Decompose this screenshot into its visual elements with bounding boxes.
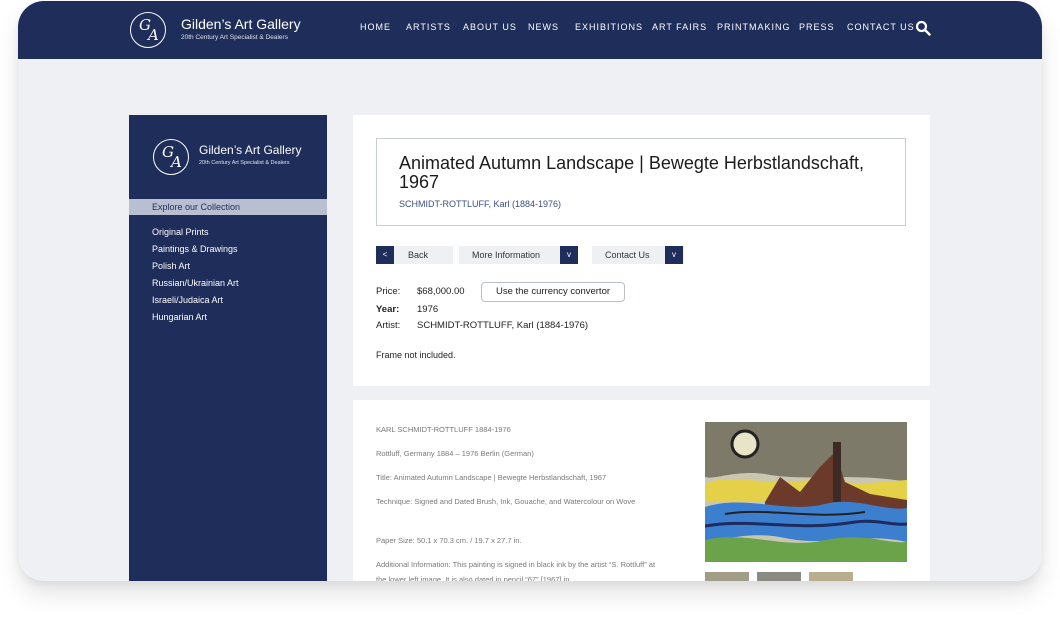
artwork-thumbnail[interactable] <box>809 572 853 581</box>
brand-name[interactable]: Gilden’s Art Gallery <box>181 16 301 32</box>
description-line: Additional Information: This painting is… <box>376 560 656 581</box>
nav-exhibitions[interactable]: EXHIBITIONS <box>575 22 643 32</box>
description-line: Technique: Signed and Dated Brush, Ink, … <box>376 497 636 506</box>
artwork-description-card: KARL SCHMIDT-ROTTLUFF 1884-1976 Rottluff… <box>353 400 930 581</box>
contact-us-label: Contact Us <box>605 250 650 260</box>
sidebar-brand-tagline: 20th Century Art Specialist & Dealers <box>199 160 290 166</box>
top-navigation: G A Gilden’s Art Gallery 20th Century Ar… <box>18 1 1042 59</box>
sidebar-item-paintings-drawings[interactable]: Paintings & Drawings <box>152 244 238 254</box>
description-line: Paper Size: 50.1 x 70.3 cm. / 19.7 x 27.… <box>376 536 522 545</box>
currency-convertor-button[interactable]: Use the currency convertor <box>481 282 625 302</box>
browser-frame: G A Gilden’s Art Gallery 20th Century Ar… <box>18 1 1042 581</box>
back-button[interactable]: < Back <box>376 246 453 264</box>
artwork-image[interactable] <box>705 422 907 562</box>
sidebar-item-russian-ukrainian-art[interactable]: Russian/Ukrainian Art <box>152 278 239 288</box>
brand-tagline: 20th Century Art Specialist & Dealers <box>181 34 288 41</box>
back-label: Back <box>408 250 429 260</box>
artist-label: Artist: <box>376 320 401 331</box>
back-arrow-icon: < <box>376 246 394 264</box>
year-label: Year: <box>376 304 400 315</box>
sidebar-item-israeli-judaica-art[interactable]: Israeli/Judaica Art <box>152 295 223 305</box>
description-line: KARL SCHMIDT-ROTTLUFF 1884-1976 <box>376 425 511 434</box>
sidebar-item-polish-art[interactable]: Polish Art <box>152 261 190 271</box>
description-line: Rottluff, Germany 1884 – 1976 Berlin (Ge… <box>376 449 534 458</box>
description-line: Title: Animated Autumn Landscape | Beweg… <box>376 473 607 482</box>
sidebar-logo-icon[interactable]: G A <box>153 139 189 175</box>
artwork-info-card: Animated Autumn Landscape | Bewegte Herb… <box>353 115 930 386</box>
artwork-thumbnail[interactable] <box>705 572 749 581</box>
year-value: 1976 <box>417 304 439 315</box>
contact-us-button[interactable]: Contact Us v <box>592 246 684 264</box>
artwork-thumbnail[interactable] <box>757 572 801 581</box>
nav-art-fairs[interactable]: ART FAIRS <box>652 22 707 32</box>
price-value: $68,000.00 <box>417 286 465 297</box>
artwork-title: Animated Autumn Landscape | Bewegte Herb… <box>399 153 864 192</box>
chevron-down-icon: v <box>560 246 578 264</box>
sidebar-item-original-prints[interactable]: Original Prints <box>152 227 209 237</box>
chevron-down-icon: v <box>665 246 683 264</box>
nav-press[interactable]: PRESS <box>799 22 835 32</box>
collection-sidebar: G A Gilden’s Art Gallery 20th Century Ar… <box>129 115 327 581</box>
gallery-logo-icon[interactable]: G A <box>130 12 166 48</box>
nav-printmaking[interactable]: PRINTMAKING <box>717 22 791 32</box>
price-label: Price: <box>376 286 401 297</box>
nav-home[interactable]: HOME <box>360 22 391 32</box>
nav-artists[interactable]: ARTISTS <box>406 22 451 32</box>
sidebar-brand-name[interactable]: Gilden’s Art Gallery <box>199 143 302 157</box>
sidebar-item-explore-collection[interactable]: Explore our Collection <box>129 199 327 215</box>
nav-contact-us[interactable]: CONTACT US <box>847 22 915 32</box>
sidebar-item-hungarian-art[interactable]: Hungarian Art <box>152 312 207 322</box>
artist-link[interactable]: SCHMIDT-ROTTLUFF, Karl (1884-1976) <box>399 199 561 209</box>
more-information-label: More Information <box>472 250 541 260</box>
artist-value: SCHMIDT-ROTTLUFF, Karl (1884-1976) <box>417 320 589 331</box>
search-icon[interactable] <box>915 20 931 36</box>
nav-news[interactable]: NEWS <box>528 22 559 32</box>
frame-note: Frame not included. <box>376 350 456 360</box>
more-information-button[interactable]: More Information v <box>459 246 578 264</box>
title-box: Animated Autumn Landscape | Bewegte Herb… <box>376 138 906 226</box>
nav-about-us[interactable]: ABOUT US <box>463 22 517 32</box>
